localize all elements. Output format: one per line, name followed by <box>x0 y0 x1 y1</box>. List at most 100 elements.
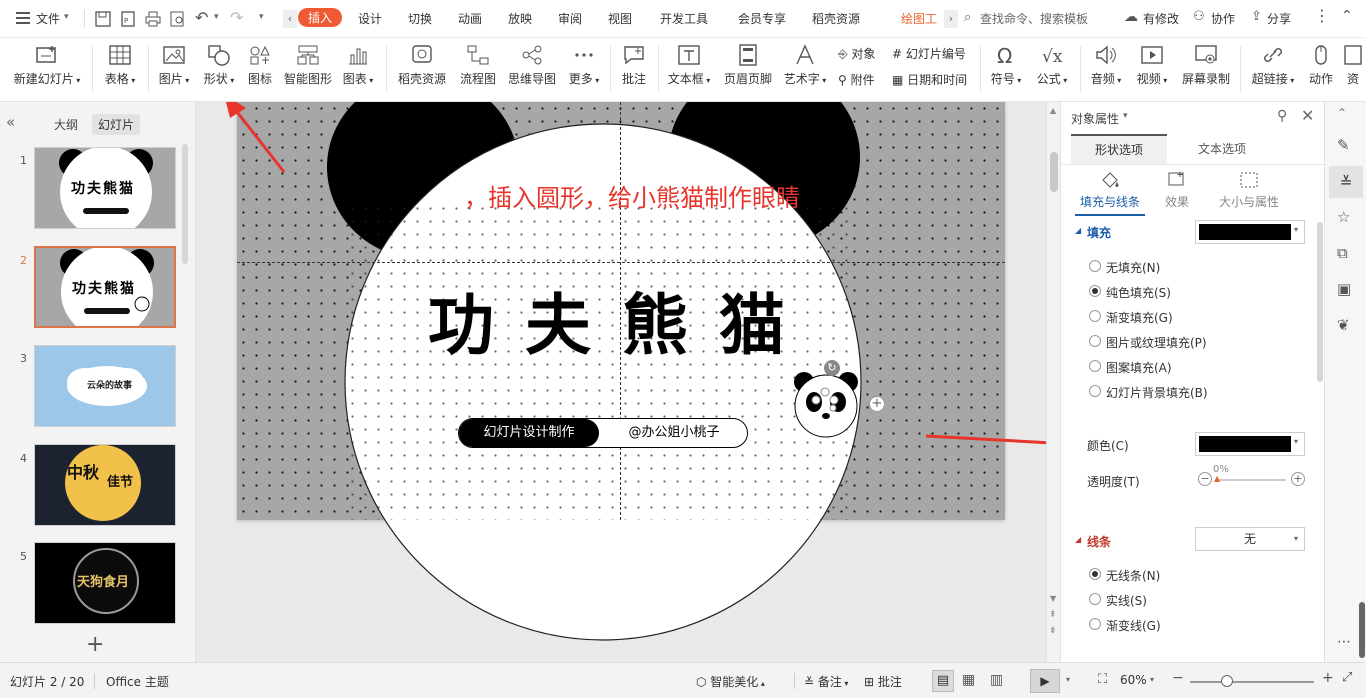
tab-slideshow[interactable]: 放映 <box>508 10 532 27</box>
textbox-button[interactable]: 文本框 ▾ <box>664 42 714 98</box>
tab-insert[interactable]: 插入 <box>298 8 343 27</box>
slide-thumbnail-1[interactable]: 功夫熊猫 <box>34 147 176 229</box>
triangle-down-icon[interactable]: ◢ <box>1075 535 1081 544</box>
fill-header[interactable]: 填充 <box>1087 224 1111 241</box>
slide-thumbnail-5[interactable]: 天狗食月 <box>34 542 176 624</box>
slide-number-button[interactable]: # 幻灯片编号 <box>892 45 966 62</box>
tab-animation[interactable]: 动画 <box>458 10 482 27</box>
subtab-fill-line[interactable]: 填充与线条 <box>1075 170 1145 216</box>
slide-thumbnail-3[interactable]: 云朵的故事 <box>34 345 176 427</box>
zoom-in-icon[interactable]: + <box>1322 670 1334 686</box>
notes-button[interactable]: ≚ 备注 ▾ <box>804 673 848 690</box>
search-icon[interactable]: ⌕ <box>964 10 971 25</box>
scroll-up-icon[interactable]: ▲ <box>1050 106 1056 115</box>
changes-status[interactable]: 有修改 <box>1143 10 1179 27</box>
tab-drawing-tools[interactable]: 绘图工 <box>901 10 945 27</box>
transition-icon[interactable]: ⧉ <box>1337 244 1348 262</box>
symbol-button[interactable]: Ω 符号 ▾ <box>986 42 1026 98</box>
wand-icon[interactable]: ✎ <box>1337 136 1350 154</box>
resource-button[interactable]: 资 <box>1340 42 1366 98</box>
comment-status-button[interactable]: ⊞ 批注 <box>864 673 902 690</box>
object-button[interactable]: ⎆ 对象 <box>838 45 875 62</box>
tab-view[interactable]: 视图 <box>608 10 632 27</box>
fullscreen-icon[interactable]: ⤢ <box>1342 670 1352 685</box>
tab-member[interactable]: 会员专享 <box>738 10 786 27</box>
more-button[interactable]: 更多 ▾ <box>564 42 604 98</box>
header-footer-button[interactable]: 页眉页脚 <box>720 42 776 98</box>
chevron-down-icon[interactable]: ▾ <box>1150 675 1154 684</box>
subtab-size-props[interactable]: 大小与属性 <box>1213 170 1285 210</box>
thumb-scrollbar[interactable] <box>182 144 188 264</box>
scroll-down-icon[interactable]: ▼ <box>1050 594 1056 603</box>
subtab-effect[interactable]: 效果 <box>1157 170 1197 210</box>
print-icon[interactable] <box>145 11 161 27</box>
collab-button[interactable]: 协作 <box>1211 10 1235 27</box>
prev-slide-icon[interactable]: ⇞ <box>1049 610 1057 620</box>
more-icon[interactable]: ⋮ <box>1314 6 1330 25</box>
export-pdf-icon[interactable]: P <box>120 11 136 27</box>
collapse-panel-icon[interactable]: « <box>6 113 15 131</box>
tab-review[interactable]: 审阅 <box>558 10 582 27</box>
line-solid-radio[interactable] <box>1089 593 1101 605</box>
panel-title[interactable]: 对象属性 <box>1071 110 1119 127</box>
collapse-ribbon-icon[interactable]: ⌃ <box>1341 8 1353 24</box>
zoom-level[interactable]: 60% <box>1120 673 1147 687</box>
table-button[interactable]: 表格 ▾ <box>102 42 138 98</box>
mindmap-button[interactable]: 思维导图 <box>504 42 560 98</box>
picture-button[interactable]: 图片 ▾ <box>154 42 194 98</box>
triangle-down-icon[interactable]: ◢ <box>1075 226 1081 235</box>
tab-docer[interactable]: 稻壳资源 <box>812 10 860 27</box>
save-icon[interactable] <box>95 11 111 27</box>
hyperlink-button[interactable]: 超链接 ▾ <box>1248 42 1298 98</box>
date-time-button[interactable]: ▦ 日期和时间 <box>892 71 967 88</box>
tab-transition[interactable]: 切换 <box>408 10 432 27</box>
line-header[interactable]: 线条 <box>1087 533 1111 550</box>
shape-button[interactable]: 形状 ▾ <box>198 42 240 98</box>
zoom-slider[interactable] <box>1190 681 1314 683</box>
line-gradient-radio[interactable] <box>1089 618 1101 630</box>
tab-design[interactable]: 设计 <box>358 10 382 27</box>
tab-text-options[interactable]: 文本选项 <box>1167 134 1277 164</box>
slide-thumbnail-4[interactable]: 中秋 佳节 <box>34 444 176 526</box>
line-dropdown[interactable]: 无 ▾ <box>1195 527 1305 551</box>
sidebar-scroll[interactable] <box>1359 602 1365 658</box>
fill-picture-radio[interactable] <box>1089 335 1101 347</box>
increase-icon[interactable]: + <box>1291 472 1305 486</box>
tab-developer[interactable]: 开发工具 <box>660 10 708 27</box>
next-slide-icon[interactable]: ⇟ <box>1049 626 1057 636</box>
print-preview-icon[interactable] <box>170 11 186 27</box>
transparency-slider[interactable] <box>1216 479 1286 481</box>
fill-color-dropdown[interactable]: ▾ <box>1195 220 1305 244</box>
star-icon[interactable]: ☆ <box>1337 208 1350 226</box>
icon-button[interactable]: 图标 <box>244 42 276 98</box>
line-none-radio[interactable] <box>1089 568 1101 580</box>
pin-icon[interactable]: ⚲ <box>1277 108 1287 124</box>
sidebar-more-icon[interactable]: ⋯ <box>1337 634 1351 650</box>
reading-view-icon[interactable]: ▥ <box>990 672 1003 688</box>
play-button[interactable]: ▶ <box>1030 669 1060 693</box>
panel-scrollbar[interactable] <box>1317 222 1323 382</box>
undo-icon[interactable]: ↶ <box>195 8 208 27</box>
tab-shape-options[interactable]: 形状选项 <box>1071 134 1167 164</box>
properties-icon[interactable]: ≚ <box>1329 166 1363 198</box>
tab-scroll-right-icon[interactable]: › <box>944 10 958 28</box>
close-icon[interactable]: ✕ <box>1301 106 1314 125</box>
hamburger-icon[interactable] <box>16 12 30 24</box>
fill-solid-radio[interactable] <box>1089 285 1101 297</box>
slide-thumbnail-2[interactable]: 功夫熊猫 <box>34 246 176 328</box>
formula-button[interactable]: √x 公式 ▾ <box>1032 42 1072 98</box>
docer-resource-button[interactable]: 稻壳资源 <box>394 42 450 98</box>
audio-button[interactable]: 音频 ▾ <box>1086 42 1126 98</box>
comment-button[interactable]: 批注 <box>616 42 652 98</box>
attachment-button[interactable]: ⚲ 附件 <box>838 71 875 88</box>
fill-gradient-radio[interactable] <box>1089 310 1101 322</box>
decrease-icon[interactable]: − <box>1198 472 1212 486</box>
redo-icon[interactable]: ↷ <box>230 8 243 27</box>
file-menu[interactable]: 文件 <box>36 10 60 27</box>
chart-button[interactable]: 图表 ▾ <box>338 42 378 98</box>
fit-window-icon[interactable]: ⛶ <box>1098 672 1107 687</box>
beautify-button[interactable]: ⬡ 智能美化 ▴ <box>696 673 765 690</box>
sidebar-up-icon[interactable]: ⌃ <box>1337 106 1347 120</box>
video-button[interactable]: 视频 ▾ <box>1132 42 1172 98</box>
zoom-out-icon[interactable]: − <box>1172 670 1184 686</box>
